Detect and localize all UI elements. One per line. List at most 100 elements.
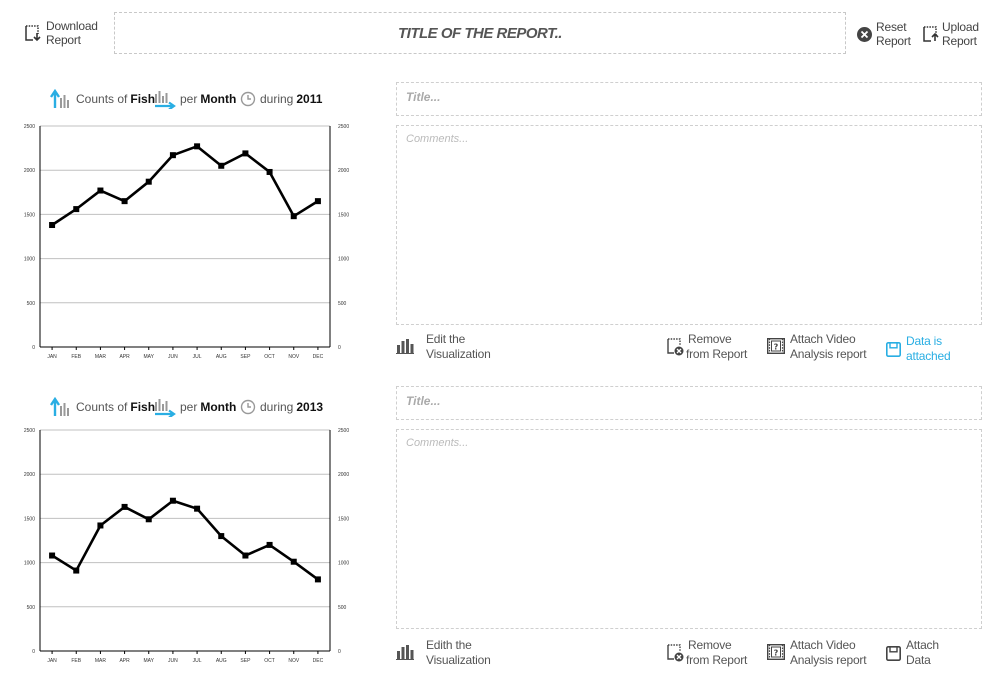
x-tick-label: NOV [288,658,300,664]
panel-title-input-2[interactable]: Title... [396,386,982,420]
x-tick-label: OCT [264,658,275,664]
y-tick-label-right: 0 [338,345,341,351]
period-selector-1[interactable]: per Month [154,88,236,110]
y-tick-label-left: 1000 [24,257,35,263]
year-selector-2[interactable]: during 2013 [240,396,323,418]
panel-title-input-1[interactable]: Title... [396,82,982,116]
data-point [242,150,249,157]
x-tick-label: MAR [95,658,107,664]
video-line1: Attach Video [790,638,856,652]
data-point [169,497,176,504]
y-tick-label-right: 500 [338,301,347,307]
remove-doc-icon [666,642,684,667]
line-chart-1[interactable]: 0 0 500 500 1000 1000 1500 1500 2000 2000 2500 2500… [0,118,360,363]
upload-report-label: Upload Report [942,20,979,48]
report-title: TITLE OF THE REPORT.. [398,24,562,42]
x-tick-label: JUN [168,354,178,360]
data-point [121,198,128,205]
attach-data-button-2[interactable]: Attach Data [886,638,976,670]
counts-selector-2[interactable]: Counts of Fish [50,396,155,418]
line-chart-2[interactable]: 0 0 500 500 1000 1000 1500 1500 2000 2000 2500 2500… [0,422,360,667]
x-tick-label: JUN [168,658,178,664]
remove-line1: Remove [688,332,732,346]
remove-line2: from Report [686,653,748,667]
video-attach-icon: ? [766,643,786,665]
data-point [266,168,273,175]
data-point [194,505,201,512]
upload-report-button[interactable]: Upload Report [922,20,982,50]
x-tick-label: MAY [144,658,155,664]
edit-line2: Visualization [426,347,491,361]
remove-from-report-button-1[interactable]: Remove from Report [666,332,756,364]
y-tick-label-left: 1000 [24,561,35,567]
data-point [145,516,152,523]
reset-report-label: Reset Report [876,20,911,48]
svg-text:?: ? [774,343,779,352]
save-icon [886,646,901,666]
x-tick-label: OCT [264,354,275,360]
x-tick-label: JAN [47,354,57,360]
video-line2: Analysis report [790,347,867,361]
y-tick-label-right: 2000 [338,168,349,174]
attach-video-button-1[interactable]: ? Attach Video Analysis report [766,332,872,364]
edit-visualization-button-1[interactable]: Edit the Visualization [396,332,506,364]
upload-icon [922,23,940,43]
y-tick-label-right: 2500 [338,124,349,130]
download-icon [24,22,42,42]
panel-comments-input-2[interactable]: Comments... [396,429,982,629]
download-report-button[interactable]: Download Report [24,19,104,49]
data-point [169,152,176,159]
data-attached-indicator-1[interactable]: Data is attached [886,334,976,366]
counts-up-icon [50,397,69,416]
y-tick-label-right: 2000 [338,472,349,478]
data-point [73,206,80,213]
period-selector-2[interactable]: per Month [154,396,236,418]
x-tick-label: SEP [240,354,251,360]
data-point [218,533,225,540]
x-tick-label: FEB [71,658,81,664]
svg-text:?: ? [774,649,779,658]
y-tick-label-left: 0 [32,345,35,351]
data-point [194,143,201,150]
data-point [145,178,152,185]
y-tick-label-right: 1000 [338,561,349,567]
x-tick-label: APR [119,354,130,360]
edit-line1: Edit the [426,332,466,346]
counts-up-icon [50,89,69,108]
save-icon [886,342,901,362]
year-selector-1[interactable]: during 2011 [240,88,322,110]
y-tick-label-left: 2500 [24,428,35,434]
remove-from-report-button-2[interactable]: Remove from Report [666,638,756,670]
y-tick-label-left: 500 [27,301,36,307]
data-line2: attached [906,349,951,363]
bar-chart-icon [396,338,414,359]
series-line [51,145,319,227]
x-tick-label: SEP [240,658,251,664]
panel-comments-input-1[interactable]: Comments... [396,125,982,325]
y-tick-label-left: 1500 [24,212,35,218]
data-point [266,541,273,548]
x-tick-label: MAY [144,354,155,360]
report-title-field[interactable]: TITLE OF THE REPORT.. [114,12,846,54]
counts-selector-1[interactable]: Counts of Fish [50,88,155,110]
edit-visualization-button-2[interactable]: Edith the Visualization [396,638,506,670]
video-line1: Attach Video [790,332,856,346]
data-line1: Data is [906,334,942,348]
reset-report-button[interactable]: Reset Report [856,20,912,50]
edit-line1: Edith the [426,638,472,652]
title-placeholder: Title... [406,90,441,104]
data-point [314,576,321,583]
y-tick-label-left: 1500 [24,516,35,522]
attach-video-button-2[interactable]: ? Attach Video Analysis report [766,638,872,670]
data-point [97,187,104,194]
clock-icon [240,91,256,107]
y-tick-label-right: 0 [338,649,341,655]
y-tick-label-right: 1500 [338,516,349,522]
remove-line1: Remove [688,638,732,652]
comments-placeholder: Comments... [406,437,469,449]
y-tick-label-left: 500 [27,605,36,611]
data-point [218,162,225,169]
x-tick-label: NOV [288,354,300,360]
y-tick-label-right: 2500 [338,428,349,434]
data-point [97,522,104,529]
